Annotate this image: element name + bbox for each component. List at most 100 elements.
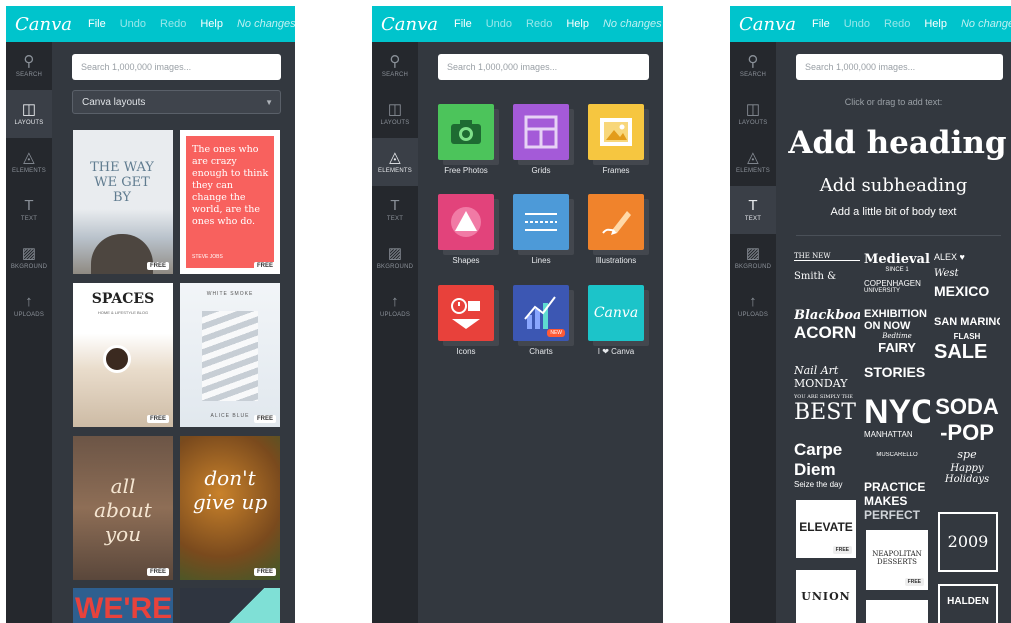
font-combination[interactable]: 2009 [938, 512, 998, 572]
menu-undo[interactable]: Undo [120, 18, 146, 30]
tile-script: all about you [94, 474, 152, 546]
layout-tile[interactable] [180, 588, 280, 623]
chevron-down-icon: ▼ [265, 98, 273, 107]
font-combination[interactable]: NEAPOLITAN DESSERTS FREE [866, 530, 928, 590]
layout-tile[interactable]: all about you FREE [73, 436, 173, 580]
text-icon: T [390, 197, 400, 214]
free-badge: FREE [146, 568, 169, 576]
sidebar-item-search[interactable]: ⚲ SEARCH [6, 42, 52, 90]
sidebar-item-search[interactable]: ⚲ SEARCH [372, 42, 418, 90]
sidebar-item-uploads[interactable]: ↑ UPLOADS [372, 282, 418, 330]
free-badge: FREE [832, 546, 852, 554]
free-badge: FREE [253, 415, 276, 423]
font-combination[interactable]: ALEX ♥ West MEXICO [934, 252, 1000, 310]
search-input[interactable]: Search 1,000,000 images... [438, 54, 649, 80]
sidebar-item-layouts[interactable]: ◫ LAYOUTS [6, 90, 52, 138]
free-badge: FREE [904, 578, 924, 586]
font-combination[interactable]: HALDEN [938, 584, 998, 623]
menu-undo[interactable]: Undo [486, 18, 512, 30]
elements-icon: ◬ [747, 149, 759, 166]
element-label: Charts [529, 347, 553, 356]
sidebar-item-text[interactable]: T TEXT [372, 186, 418, 234]
save-status: No changes [960, 18, 1011, 30]
font-combination[interactable]: Medieval SINCE 1 COPENHAGEN UNIVERSITY [864, 252, 930, 310]
search-icon: ⚲ [23, 53, 35, 70]
layouts-icon: ◫ [21, 101, 37, 118]
menu-redo[interactable]: Redo [160, 18, 186, 30]
sidebar-item-uploads[interactable]: ↑ UPLOADS [730, 282, 776, 330]
element-lines[interactable]: Lines [508, 194, 574, 265]
sidebar-item-search[interactable]: ⚲ SEARCH [730, 42, 776, 90]
font-combination[interactable]: SODA -POP [934, 394, 1000, 452]
element-frames[interactable]: Frames [583, 104, 649, 175]
canva-logo[interactable]: Canva [381, 14, 438, 35]
layout-category-select[interactable]: Canva layouts ▼ [72, 90, 281, 114]
font-combination[interactable]: EXHIBITION ON NOW Bedtime FAIRY [864, 308, 930, 366]
panel-layouts: Canva File Undo Redo Help No changes mad… [6, 6, 295, 623]
sidebar-item-background[interactable]: ▨ BKGROUND [372, 234, 418, 282]
shapes-icon [438, 194, 494, 250]
canva-logo[interactable]: Canva [739, 14, 796, 35]
layouts-icon: ◫ [387, 101, 403, 118]
menu-redo[interactable]: Redo [884, 18, 910, 30]
free-badge: FREE [146, 262, 169, 270]
text-icon: T [748, 197, 758, 214]
layout-tile[interactable]: THE WAY WE GET BY FREE [73, 130, 173, 274]
divider [796, 235, 1001, 236]
sidebar-item-elements[interactable]: ◬ ELEMENTS [730, 138, 776, 186]
menu-help[interactable]: Help [566, 18, 589, 30]
text-panel: Search 1,000,000 images... Click or drag… [776, 42, 1011, 623]
search-input[interactable]: Search 1,000,000 images... [796, 54, 1003, 80]
sidebar-item-text[interactable]: T TEXT [730, 186, 776, 234]
menu-file[interactable]: File [88, 18, 106, 30]
element-grids[interactable]: Grids [508, 104, 574, 175]
sidebar-item-layouts[interactable]: ◫ LAYOUTS [730, 90, 776, 138]
layout-tile[interactable]: don't give up FREE [180, 436, 280, 580]
add-heading-button[interactable]: Add heading [784, 125, 1011, 161]
add-subheading-button[interactable]: Add subheading [776, 175, 1011, 196]
sidebar-item-elements[interactable]: ◬ ELEMENTS [372, 138, 418, 186]
sidebar-item-background[interactable]: ▨ BKGROUND [730, 234, 776, 282]
font-combination[interactable] [866, 600, 928, 623]
element-icons[interactable]: Icons [433, 285, 499, 356]
font-combination[interactable]: SAN MARINO FLASH SALE [934, 308, 1000, 366]
font-combination[interactable]: UNION [796, 570, 856, 623]
menu-redo[interactable]: Redo [526, 18, 552, 30]
element-shapes[interactable]: Shapes [433, 194, 499, 265]
font-combination[interactable]: THE NEW Smith & [794, 252, 860, 310]
layout-tile[interactable]: The ones who are crazy enough to think t… [180, 130, 280, 274]
menu-undo[interactable]: Undo [844, 18, 870, 30]
element-i-love-canva[interactable]: Canva I ❤ Canva [583, 285, 649, 356]
font-combination[interactable]: spe Happy Holidays [934, 448, 1000, 506]
search-input[interactable]: Search 1,000,000 images... [72, 54, 281, 80]
elements-icon: ◬ [23, 149, 35, 166]
font-combination[interactable]: NYC MANHATTAN [864, 394, 930, 452]
font-combination[interactable]: ELEVATE FREE [796, 500, 856, 558]
sidebar-item-text[interactable]: T TEXT [6, 186, 52, 234]
sidebar-item-layouts[interactable]: ◫ LAYOUTS [372, 90, 418, 138]
font-combination[interactable]: Blackboard ACORN [794, 308, 860, 366]
menu-help[interactable]: Help [200, 18, 223, 30]
layout-tile[interactable]: WHITE SMOKE ALICE BLUE FREE [180, 283, 280, 427]
menu-file[interactable]: File [454, 18, 472, 30]
element-label: Lines [531, 256, 551, 265]
menu-help[interactable]: Help [924, 18, 947, 30]
add-body-text-button[interactable]: Add a little bit of body text [776, 206, 1011, 218]
menu-file[interactable]: File [812, 18, 830, 30]
tile-title: SPACES [91, 291, 155, 307]
element-charts[interactable]: NEW Charts [508, 285, 574, 356]
tile-quote-card: The ones who are crazy enough to think t… [186, 136, 274, 268]
layout-tile[interactable]: WE'RE [73, 588, 173, 623]
tile-title: THE WAY WE GET BY [90, 160, 154, 205]
element-illustrations[interactable]: Illustrations [583, 194, 649, 265]
sidebar-item-elements[interactable]: ◬ ELEMENTS [6, 138, 52, 186]
sidebar-item-background[interactable]: ▨ BKGROUND [6, 234, 52, 282]
upload-icon: ↑ [25, 293, 33, 310]
sidebar-item-uploads[interactable]: ↑ UPLOADS [6, 282, 52, 330]
font-combination[interactable]: Carpe Diem Seize the day [794, 440, 860, 498]
canva-logo[interactable]: Canva [15, 14, 72, 35]
free-badge: FREE [146, 415, 169, 423]
element-free-photos[interactable]: Free Photos [433, 104, 499, 175]
layout-tile[interactable]: SPACES HOME & LIFESTYLE BLOG FREE [73, 283, 173, 427]
frame-icon [588, 104, 644, 160]
